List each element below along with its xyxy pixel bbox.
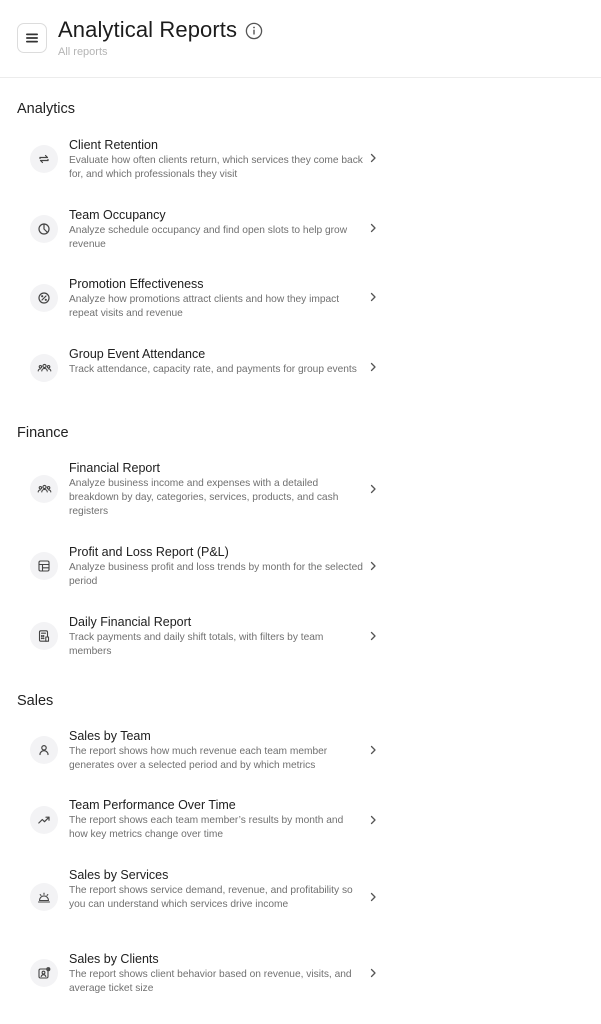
report-description: Analyze how promotions attract clients a… [69, 294, 340, 319]
report-title: Promotion Effectiveness [69, 277, 204, 291]
report-description: Analyze business income and expenses wit… [69, 478, 339, 517]
report-title: Sales by Team [69, 729, 151, 743]
chevron-right-icon [368, 223, 378, 233]
chevron-right-icon [368, 745, 378, 755]
report-description: Analyze schedule occupancy and find open… [69, 225, 348, 250]
report-title: Client Retention [69, 138, 158, 152]
page-subtitle: All reports [58, 46, 108, 58]
report-description: The report shows each team member’s resu… [69, 815, 344, 840]
info-icon[interactable] [245, 22, 263, 40]
section-title-analytics: Analytics [17, 101, 76, 117]
chevron-right-icon [368, 484, 378, 494]
page-header: Analytical Reports All reports [0, 0, 601, 78]
chevron-right-icon [368, 362, 378, 372]
report-title: Sales by Services [69, 868, 169, 882]
chevron-right-icon [368, 892, 378, 902]
group-icon [30, 475, 58, 503]
calculator-icon [30, 622, 58, 650]
chevron-right-icon [368, 815, 378, 825]
report-title: Group Event Attendance [69, 347, 206, 361]
section-title-finance: Finance [17, 425, 69, 441]
group-icon [30, 354, 58, 382]
report-description: The report shows how much revenue each t… [69, 746, 328, 771]
service-bell-icon [30, 883, 58, 911]
report-title: Financial Report [69, 461, 161, 475]
discount-icon [30, 284, 58, 312]
report-title: Sales by Clients [69, 952, 159, 966]
user-icon [30, 736, 58, 764]
hamburger-icon [26, 33, 38, 43]
client-card-icon [30, 959, 58, 987]
chevron-right-icon [368, 631, 378, 641]
report-description: Track payments and daily shift totals, w… [69, 632, 324, 657]
page-title: Analytical Reports [58, 17, 238, 42]
report-description: The report shows service demand, revenue… [69, 885, 353, 910]
chevron-right-icon [368, 153, 378, 163]
report-title: Team Occupancy [69, 208, 166, 222]
report-description: Evaluate how often clients return, which… [69, 155, 363, 180]
refresh-icon [30, 145, 58, 173]
chevron-right-icon [368, 968, 378, 978]
report-title: Profit and Loss Report (P&L) [69, 545, 229, 559]
chevron-right-icon [368, 561, 378, 571]
trend-up-icon [30, 806, 58, 834]
report-description: Analyze business profit and loss trends … [69, 562, 363, 587]
report-title: Team Performance Over Time [69, 798, 236, 812]
report-title: Daily Financial Report [69, 615, 192, 629]
pie-chart-icon [30, 215, 58, 243]
report-description: The report shows client behavior based o… [69, 969, 352, 994]
chevron-right-icon [368, 292, 378, 302]
section-title-sales: Sales [17, 693, 54, 709]
table-icon [30, 552, 58, 580]
report-description: Track attendance, capacity rate, and pay… [69, 364, 357, 375]
menu-button[interactable] [17, 23, 47, 53]
